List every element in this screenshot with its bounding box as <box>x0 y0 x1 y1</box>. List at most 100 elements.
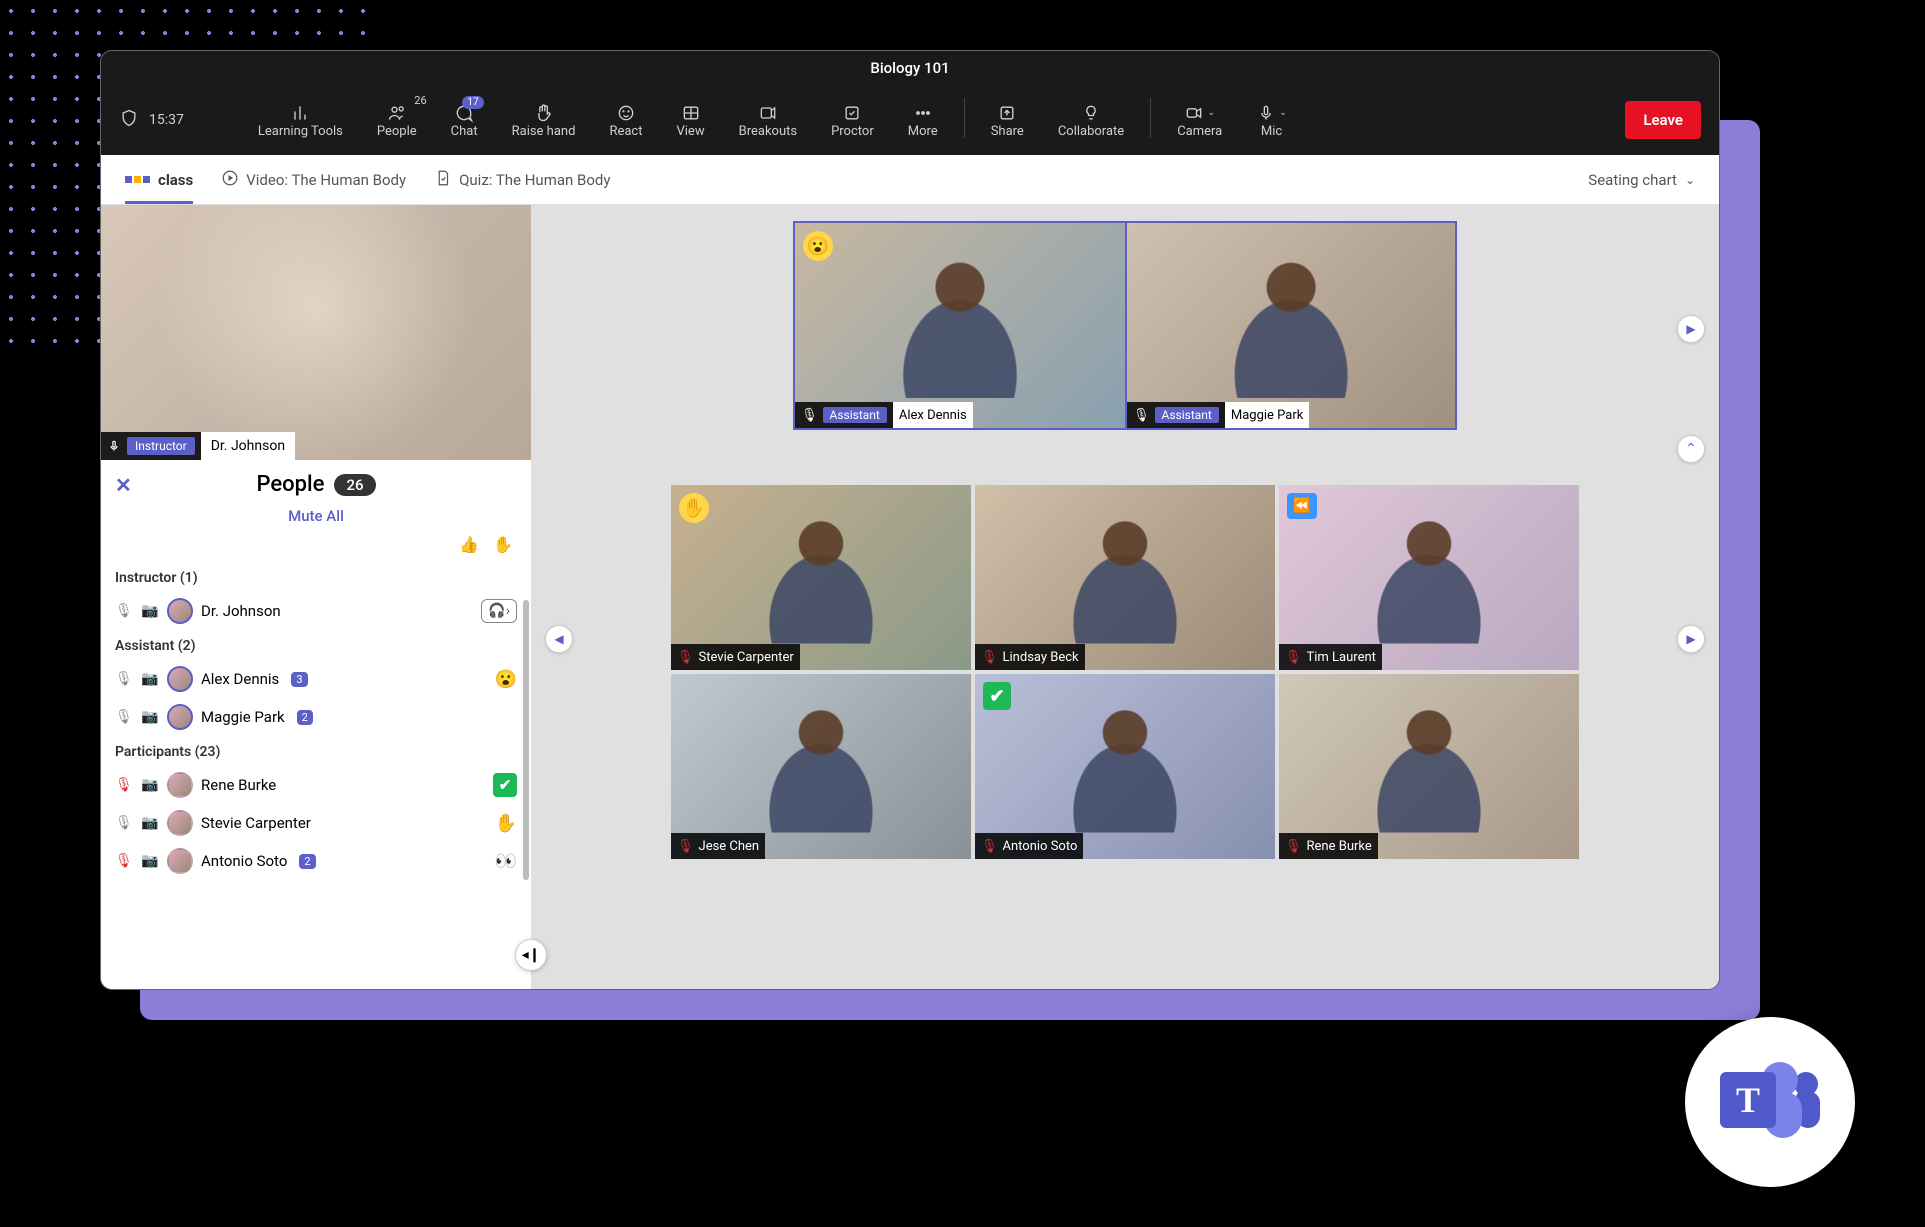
breakout-icon <box>758 102 778 124</box>
hand-sort-icon[interactable]: ✋ <box>493 535 513 554</box>
meeting-title: Biology 101 <box>870 59 949 77</box>
mute-all-button[interactable]: Mute All <box>101 501 531 535</box>
chat-unread-badge: 17 <box>462 96 483 109</box>
camera-icon: 📷 <box>141 777 159 793</box>
tile-name: Alex Dennis <box>893 402 973 428</box>
mic-button[interactable]: ⌄ Mic <box>1242 98 1301 143</box>
breakouts-button[interactable]: Breakouts <box>725 98 811 143</box>
video-tile[interactable]: 🎙Jese Chen <box>671 674 971 859</box>
video-tile[interactable]: 🎙 Lindsay Beck <box>975 485 1275 670</box>
person-name: Dr. Johnson <box>201 602 281 620</box>
raise-hand-button[interactable]: Raise hand <box>498 98 590 143</box>
toolbar-divider <box>964 98 965 138</box>
camera-icon: ⌄ <box>1184 102 1215 124</box>
people-button[interactable]: People 26 <box>363 98 431 143</box>
camera-icon: 📷 <box>141 671 159 687</box>
role-badge: Assistant <box>1155 407 1219 423</box>
microphone-muted-icon: 🎙 <box>677 650 694 665</box>
person-name: Stevie Carpenter <box>201 814 311 832</box>
person-row[interactable]: 🎙 📷 Stevie Carpenter ✋ <box>101 804 531 842</box>
microphone-icon: 🎙 <box>115 815 133 831</box>
video-tile[interactable]: ✋🎙Stevie Carpenter <box>671 485 971 670</box>
video-tile[interactable]: 🎙Rene Burke <box>1279 674 1579 859</box>
camera-icon: 📷 <box>141 603 159 619</box>
content-tabs: class Video: The Human Body Quiz: The Hu… <box>101 155 1719 205</box>
scrollbar-thumb[interactable] <box>523 600 529 880</box>
microphone-muted-icon: 🎙 <box>115 853 133 869</box>
chat-count-chip: 2 <box>297 710 313 725</box>
self-name: Dr. Johnson <box>201 432 295 460</box>
learning-tools-button[interactable]: Learning Tools <box>244 98 357 143</box>
grid-prev-button[interactable]: ◀ <box>545 625 573 653</box>
role-badge: Assistant <box>823 407 887 423</box>
self-video-tile[interactable]: Instructor Dr. Johnson <box>101 205 531 460</box>
person-name: Alex Dennis <box>201 670 279 688</box>
tile-name: Tim Laurent <box>1307 650 1376 665</box>
titlebar: Biology 101 <box>101 51 1719 85</box>
assistants-next-button[interactable]: ▶ <box>1677 315 1705 343</box>
more-button[interactable]: More <box>894 98 952 143</box>
avatar <box>167 704 193 730</box>
camera-button[interactable]: ⌄ Camera <box>1163 98 1236 143</box>
avatar <box>167 848 193 874</box>
people-panel: ✕ People 26 Mute All 👍 ✋ Instructor (1) … <box>101 460 531 989</box>
group-instructor-label: Instructor (1) <box>101 562 531 592</box>
teams-logo-icon: T <box>1720 1062 1820 1142</box>
collapse-assistants-button[interactable]: ⌃ <box>1677 435 1705 463</box>
microphone-muted-icon: 🎙 <box>115 777 133 793</box>
chat-button[interactable]: Chat 17 <box>437 98 492 143</box>
collapse-panel-button[interactable]: ◂❙ <box>515 939 547 971</box>
person-name: Maggie Park <box>201 708 285 726</box>
avatar <box>167 666 193 692</box>
collaborate-button[interactable]: Collaborate <box>1044 98 1138 143</box>
grid-icon <box>681 102 701 124</box>
chat-count-chip: 3 <box>291 672 307 687</box>
proctor-button[interactable]: Proctor <box>817 98 888 143</box>
headset-icon[interactable]: 🎧› <box>481 599 517 623</box>
toolbar-divider <box>1150 98 1151 138</box>
thumbs-up-sort-icon[interactable]: 👍 <box>459 535 479 554</box>
video-tile[interactable]: 🎙Assistant Maggie Park <box>1125 223 1455 428</box>
check-badge-icon: ✔ <box>493 773 517 797</box>
video-stage: 😮 🎙Assistant Alex Dennis 🎙Assistant Magg… <box>531 205 1719 989</box>
video-tile[interactable]: ⏪🎙Tim Laurent <box>1279 485 1579 670</box>
smiley-icon <box>616 102 636 124</box>
reaction-bubble: ✔ <box>983 682 1011 710</box>
person-row[interactable]: 🎙 📷 Maggie Park 2 <box>101 698 531 736</box>
chevron-down-icon: ⌄ <box>1685 173 1695 187</box>
chat-count-chip: 2 <box>299 854 315 869</box>
microphone-icon: 🎙 <box>801 408 818 423</box>
quiz-tab[interactable]: Quiz: The Human Body <box>434 169 610 191</box>
view-button[interactable]: View <box>662 98 718 143</box>
tile-name: Maggie Park <box>1225 402 1310 428</box>
tile-name: Lindsay Beck <box>1003 650 1079 665</box>
teams-badge: T <box>1685 1017 1855 1187</box>
shield-icon <box>119 108 139 132</box>
person-name: Antonio Soto <box>201 852 287 870</box>
person-row[interactable]: 🎙 📷 Rene Burke ✔ <box>101 766 531 804</box>
video-tile[interactable]: ✔🎙Antonio Soto <box>975 674 1275 859</box>
seating-chart-dropdown[interactable]: Seating chart ⌄ <box>1588 171 1695 189</box>
person-row[interactable]: 🎙 📷 Antonio Soto 2 👀 <box>101 842 531 880</box>
avatar <box>167 772 193 798</box>
avatar <box>167 810 193 836</box>
react-button[interactable]: React <box>595 98 656 143</box>
leave-button[interactable]: Leave <box>1625 101 1701 139</box>
brand-tab[interactable]: class <box>125 155 193 204</box>
share-icon <box>997 102 1017 124</box>
microphone-muted-icon: 🎙 <box>981 650 998 665</box>
main-toolbar: 15:37 Learning Tools People 26 Chat 17 R… <box>101 85 1719 155</box>
video-tab[interactable]: Video: The Human Body <box>221 169 406 191</box>
share-button[interactable]: Share <box>977 98 1038 143</box>
eyes-emoji: 👀 <box>495 851 517 872</box>
person-row[interactable]: 🎙 📷 Alex Dennis 3 😮 <box>101 660 531 698</box>
grid-next-button[interactable]: ▶ <box>1677 625 1705 653</box>
microphone-muted-icon: 🎙 <box>677 839 694 854</box>
close-icon[interactable]: ✕ <box>115 473 132 497</box>
class-logo-icon <box>125 176 152 183</box>
hand-icon <box>534 102 554 124</box>
person-row[interactable]: 🎙 📷 Dr. Johnson 🎧› <box>101 592 531 630</box>
person-name: Rene Burke <box>201 776 276 794</box>
video-tile[interactable]: 😮 🎙Assistant Alex Dennis <box>795 223 1125 428</box>
microphone-muted-icon: 🎙 <box>981 839 998 854</box>
